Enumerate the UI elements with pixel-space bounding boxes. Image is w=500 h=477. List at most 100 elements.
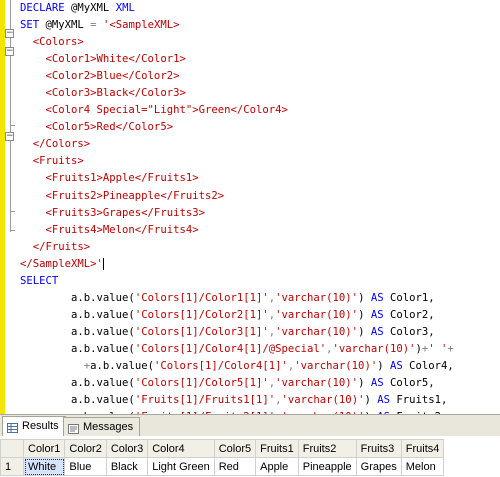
code-line: DECLARE @MyXML XML (20, 0, 454, 17)
column-header[interactable]: Fruits2 (297, 439, 357, 458)
code-token: DECLARE (20, 2, 72, 14)
code-token: a.b.value( (20, 325, 135, 338)
column-header[interactable]: Fruits1 (255, 439, 299, 458)
code-line: SET @MyXML = '<SampleXML> (20, 17, 454, 34)
code-token: <Fruits4>Melon</Fruits4> (20, 223, 199, 236)
collapse-toggle-colors[interactable]: − (5, 47, 14, 56)
tab-messages[interactable]: Messages (63, 417, 141, 436)
column-header[interactable]: Fruits4 (400, 439, 445, 458)
code-token: <Colors> (20, 36, 84, 49)
code-token: Color4, (409, 359, 454, 372)
code-line: </Colors> (20, 136, 454, 153)
outline-end-colors (10, 125, 15, 126)
code-token: AS (370, 377, 390, 390)
code-line: </SampleXML>' (20, 256, 454, 273)
code-token: 'Colors[1]/Color2[1]' (134, 308, 269, 321)
code-token: <Color1>White</Color1> (20, 53, 186, 66)
table-row: 1 White Blue Black Light Green Red Apple… (0, 457, 445, 476)
code-line: <Fruits1>Apple</Fruits1> (20, 170, 454, 187)
code-token: 'varchar(10)' (275, 291, 359, 304)
code-token: <Color3>Black</Color3> (20, 87, 186, 100)
row-number[interactable]: 1 (0, 457, 24, 476)
code-token: ) (358, 377, 371, 390)
code-token: ) (364, 394, 378, 407)
code-line: SELECT (20, 273, 454, 290)
collapse-toggle-fruits[interactable]: − (5, 132, 14, 141)
code-token: XML (115, 2, 135, 14)
code-token: 'varchar(10)' (275, 377, 359, 390)
query-editor[interactable]: − − − DECLARE @MyXML XML SET @MyXML = '<S… (0, 0, 500, 414)
code-token: Color3, (389, 325, 435, 338)
code-token: @MyXML (45, 19, 91, 32)
code-line: <Colors> (20, 34, 454, 51)
code-token: 'Colors[1]/Color1[1]' (134, 291, 269, 304)
code-token: ' ' (428, 342, 448, 355)
code-token: <Color2>Blue</Color2> (20, 70, 180, 83)
code-token: Color5, (389, 377, 435, 390)
code-token: a.b.value( (90, 359, 154, 372)
code-line: <Color5>Red</Color5> (20, 119, 454, 136)
grid-corner[interactable] (0, 439, 24, 458)
code-token: 'varchar(10)' (281, 394, 365, 407)
code-token: AS (377, 394, 397, 407)
tab-messages-label: Messages (83, 421, 134, 433)
code-token: AS (370, 291, 390, 304)
code-token: <Color4 Special="Light">Green</Color4> (20, 104, 288, 117)
code-line: a.b.value('Colors[1]/Color4[1]/@Special'… (20, 341, 454, 358)
table-cell[interactable]: Melon (400, 457, 445, 476)
code-token: Fruits1, (396, 394, 448, 407)
table-cell[interactable]: Pineapple (297, 457, 357, 476)
code-token: a.b.value( (20, 394, 135, 407)
code-line: a.b.value('Fruits[1]/Fruits1[1]','varcha… (20, 392, 454, 409)
code-token: SELECT (20, 274, 59, 287)
code-token: a.b.value( (20, 308, 135, 321)
column-header[interactable]: Color2 (64, 439, 107, 458)
collapse-toggle-sampl[interactable]: − (5, 29, 14, 38)
code-token: <Fruits2>Pineapple</Fruits2> (20, 189, 225, 202)
code-token: 'varchar(10)' (275, 325, 359, 338)
table-cell[interactable]: Apple (255, 457, 299, 476)
code-token: </Colors> (20, 138, 91, 151)
code-line: a.b.value('Colors[1]/Color2[1]','varchar… (20, 307, 454, 324)
code-token: </Fruits> (20, 240, 91, 253)
outline-end-samplexml (10, 230, 15, 231)
tab-results-label: Results (22, 420, 59, 432)
code-token: AS (370, 325, 390, 338)
code-token: ) (358, 291, 371, 304)
code-line: </Fruits> (20, 239, 454, 256)
code-line: <Fruits> (20, 153, 454, 170)
tab-results[interactable]: Results (2, 416, 66, 437)
outline-end-fruits (10, 211, 15, 212)
code-line: +a.b.value('Colors[1]/Color4[1]','varcha… (20, 358, 454, 375)
table-cell[interactable]: Grapes (355, 457, 402, 476)
code-token: a.b.value( (20, 342, 135, 355)
code-line: a.b.value('Colors[1]/Color5[1]','varchar… (20, 375, 454, 392)
table-cell[interactable]: Blue (64, 457, 107, 476)
code-line: <Color2>Blue</Color2> (20, 68, 454, 85)
table-cell[interactable]: Light Green (147, 457, 215, 476)
code-token: = (90, 19, 103, 32)
table-cell[interactable]: Red (213, 457, 257, 476)
code-token: '<SampleXML> (102, 19, 180, 32)
column-header[interactable]: Color4 (147, 439, 215, 458)
code-token: <Color5>Red</Color5> (20, 121, 174, 134)
table-cell[interactable]: Black (105, 457, 149, 476)
code-line: <Color1>White</Color1> (20, 51, 454, 68)
column-header[interactable]: Fruits3 (355, 439, 402, 458)
code-token: a.b.value( (20, 291, 135, 304)
code-token: ) (377, 359, 390, 372)
code-token: SET (20, 19, 46, 32)
results-tabs-bar: Results Messages (0, 414, 500, 437)
table-cell[interactable]: White (22, 457, 66, 476)
code-token: <Fruits> (20, 155, 84, 168)
column-header[interactable]: Color1 (22, 439, 66, 458)
column-header[interactable]: Color3 (105, 439, 149, 458)
change-margin (0, 0, 5, 414)
code-token: AS (389, 359, 410, 372)
code-token: <Fruits3>Grapes</Fruits3> (20, 206, 205, 219)
code-line: <Fruits2>Pineapple</Fruits2> (20, 188, 454, 205)
code-token: + (447, 342, 454, 355)
code-line: <Color4 Special="Light">Green</Color4> (20, 102, 454, 119)
column-header[interactable]: Color5 (213, 439, 257, 458)
